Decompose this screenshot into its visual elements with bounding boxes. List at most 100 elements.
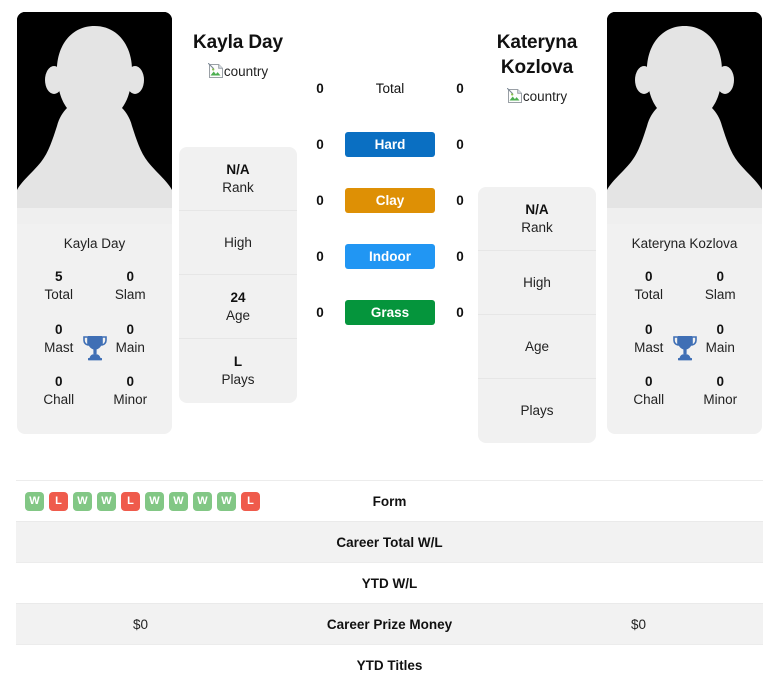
title-stat: 0 Main: [685, 315, 757, 367]
info-card-left: N/A Rank High 24 Age L Plays: [179, 147, 297, 403]
broken-image-icon: [506, 88, 523, 104]
title-stat-label: Chall: [43, 392, 75, 408]
form-chip-loss: L: [241, 491, 260, 511]
title-stat-value: 0: [126, 321, 134, 337]
info-label: Plays: [520, 403, 554, 419]
surface-badge-wrap: Indoor: [340, 243, 440, 269]
info-row-plays: L Plays: [179, 339, 297, 403]
title-stat: 0 Slam: [95, 262, 167, 314]
surface-count-right: 0: [456, 304, 464, 320]
surface-badge: Grass: [345, 299, 435, 325]
info-row-plays: Plays: [478, 379, 596, 443]
title-stat-value: 0: [644, 374, 653, 390]
player-photo-caption-left: Kayla Day: [63, 236, 126, 251]
title-stat: 0 Minor: [95, 367, 167, 419]
info-label: Rank: [521, 219, 553, 235]
title-stat: 0 Chall: [613, 367, 685, 419]
form-chip-win: W: [73, 491, 92, 511]
info-label: Plays: [221, 372, 255, 387]
player-photo-caption-right: Kateryna Kozlova: [631, 236, 738, 251]
player-name-left: Kayla Day: [193, 32, 283, 53]
surface-count-left: 0: [316, 304, 324, 320]
title-stat-label: Total: [634, 287, 664, 303]
title-stat-value: 0: [716, 374, 724, 390]
info-label: Rank: [222, 179, 254, 195]
surface-count-right: 0: [456, 136, 464, 152]
surface-row-grass: 0 Grass 0: [300, 284, 480, 340]
surface-badge: Clay: [345, 187, 435, 213]
player-country-left: country: [163, 63, 313, 79]
table-row-label: YTD W/L: [361, 575, 418, 591]
surface-count-left: 0: [316, 136, 324, 152]
surface-titles-list: 0 Total 0 0 Hard 0 0 Clay 0 0 Indoor 0 0…: [300, 60, 480, 340]
info-row-high: High: [179, 211, 297, 275]
title-stat-value: 0: [126, 269, 134, 285]
player-header-right: Kateryna Kozlova country: [462, 30, 612, 104]
surface-count-left: 0: [316, 80, 324, 96]
title-stat: 0 Total: [613, 262, 685, 314]
title-stat: 0 Mast: [613, 315, 685, 367]
title-stat-label: Slam: [114, 287, 146, 303]
title-stat: 0 Slam: [685, 262, 757, 314]
player-country-label-left: country: [223, 63, 269, 79]
table-row-label: YTD Titles: [356, 657, 423, 673]
title-stat-value: 0: [716, 269, 724, 285]
info-value: 24: [230, 289, 246, 305]
info-row-rank: N/A Rank: [478, 187, 596, 251]
comparison-header: Kayla Day 5 Total 0 Slam 0 Mast 0 Main 0…: [0, 0, 779, 480]
info-value: N/A: [525, 201, 549, 217]
surface-badge-wrap: Total: [340, 76, 440, 101]
surface-badge-wrap: Grass: [340, 299, 440, 325]
form-chip-win: W: [193, 491, 212, 511]
table-row-career-total-wl: Career Total W/L: [16, 521, 763, 562]
info-value: N/A: [226, 161, 250, 177]
player-photo-left: [17, 12, 172, 224]
table-row-label: Career Prize Money: [326, 616, 453, 632]
info-row-age: 24 Age: [179, 275, 297, 339]
title-stat-label: Main: [115, 339, 145, 355]
surface-badge: Hard: [345, 131, 435, 157]
player-comparison-page: Kayla Day 5 Total 0 Slam 0 Mast 0 Main 0…: [0, 0, 779, 699]
surface-row-total: 0 Total 0: [300, 60, 480, 116]
surface-count-left: 0: [316, 192, 324, 208]
player-photo-right: [607, 12, 762, 224]
title-stat-value: 0: [54, 321, 63, 337]
titles-grid-left: 5 Total 0 Slam 0 Mast 0 Main 0 Chall 0 M…: [17, 262, 172, 433]
title-stat: 0 Minor: [685, 367, 757, 419]
form-chip-win: W: [217, 491, 236, 511]
form-strip: WLWWLWWWWL: [16, 491, 265, 511]
info-row-age: Age: [478, 315, 596, 379]
form-chip-win: W: [97, 491, 116, 511]
surface-count-right: 0: [456, 192, 464, 208]
info-card-right: N/A Rank High Age Plays: [478, 187, 596, 443]
info-label: High: [523, 274, 551, 290]
table-cell-right: $0: [630, 616, 647, 632]
player-country-right: country: [462, 88, 612, 104]
title-stat-value: 0: [716, 321, 724, 337]
info-label: Age: [225, 307, 251, 323]
info-row-rank: N/A Rank: [179, 147, 297, 211]
form-chip-loss: L: [49, 491, 68, 511]
surface-count-right: 0: [456, 80, 464, 96]
surface-badge-wrap: Clay: [340, 187, 440, 213]
title-stat-label: Minor: [113, 392, 148, 408]
form-chip-win: W: [169, 491, 188, 511]
form-chip-win: W: [25, 491, 44, 511]
title-stat-value: 0: [54, 374, 63, 390]
title-stat-label: Minor: [703, 392, 738, 408]
player-name-right: Kateryna Kozlova: [496, 32, 578, 79]
title-stat-label: Slam: [704, 287, 736, 303]
title-stat-value: 5: [54, 269, 63, 285]
surface-badge: Total: [375, 80, 405, 96]
surface-row-indoor: 0 Indoor 0: [300, 228, 480, 284]
surface-badge-wrap: Hard: [340, 131, 440, 157]
title-stat-label: Total: [44, 287, 74, 303]
comparison-stat-table: WLWWLWWWWL Form Career Total W/L YTD W/L…: [0, 480, 779, 685]
surface-row-clay: 0 Clay 0: [300, 172, 480, 228]
form-chip-loss: L: [121, 491, 140, 511]
title-stat-label: Mast: [44, 339, 74, 355]
info-label: Age: [524, 338, 550, 354]
info-value: L: [233, 354, 243, 370]
table-cell-left: $0: [132, 616, 149, 632]
title-stat: 0 Chall: [23, 367, 95, 419]
